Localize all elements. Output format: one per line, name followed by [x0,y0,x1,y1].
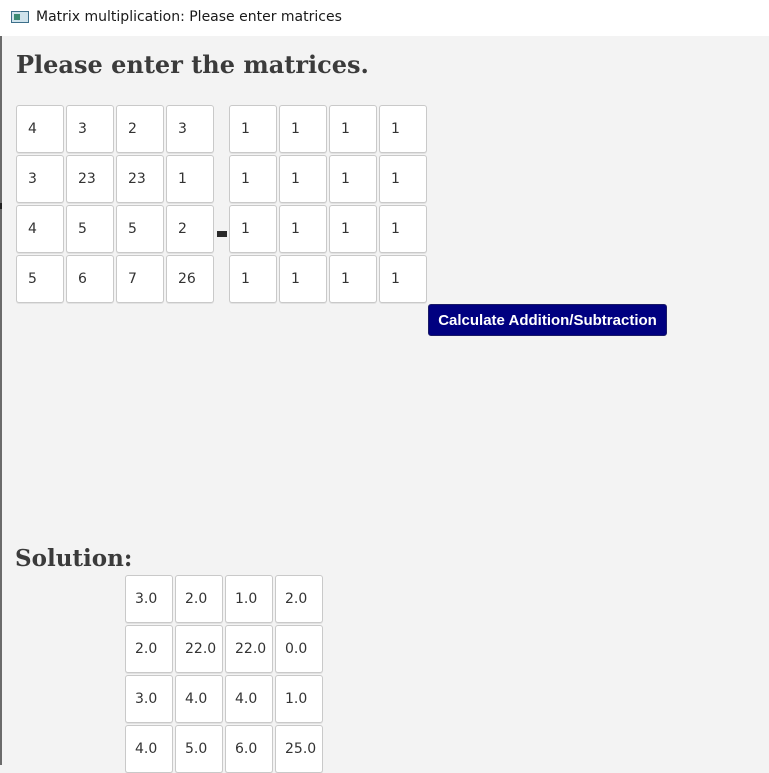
matrix-a-cell-r2-c2[interactable] [66,155,114,203]
solution-cell-r2-c4[interactable] [275,625,323,673]
solution-cell-r1-c4[interactable] [275,575,323,623]
title-bar: Matrix multiplication: Please enter matr… [0,0,769,36]
page-heading: Please enter the matrices. [16,50,369,79]
solution-cell-r4-c1[interactable] [125,725,173,773]
matrix-b-cell-r3-c1[interactable] [229,205,277,253]
matrix-b-cell-r1-c3[interactable] [329,105,377,153]
matrix-a-cell-r4-c4[interactable] [166,255,214,303]
matrix-a-cell-r2-c1[interactable] [16,155,64,203]
solution-heading: Solution: [15,545,133,572]
matrix-b-cell-r4-c2[interactable] [279,255,327,303]
matrix-a-cell-r2-c4[interactable] [166,155,214,203]
solution-cell-r4-c2[interactable] [175,725,223,773]
matrix-a-cell-r4-c1[interactable] [16,255,64,303]
matrix-a-cell-r4-c2[interactable] [66,255,114,303]
matrix-b-cell-r2-c4[interactable] [379,155,427,203]
matrix-b-cell-r4-c1[interactable] [229,255,277,303]
solution-cell-r3-c2[interactable] [175,675,223,723]
solution-cell-r1-c2[interactable] [175,575,223,623]
solution-cell-r1-c1[interactable] [125,575,173,623]
matrix-b-cell-r2-c2[interactable] [279,155,327,203]
window-title: Matrix multiplication: Please enter matr… [36,9,342,25]
matrix-a-cell-r2-c3[interactable] [116,155,164,203]
solution-cell-r4-c3[interactable] [225,725,273,773]
solution-cell-r3-c4[interactable] [275,675,323,723]
window-left-border [0,36,2,765]
matrix-b-cell-r1-c2[interactable] [279,105,327,153]
matrix-b-cell-r2-c1[interactable] [229,155,277,203]
matrix-b-cell-r3-c3[interactable] [329,205,377,253]
solution-cell-r3-c3[interactable] [225,675,273,723]
matrix-b-cell-r4-c3[interactable] [329,255,377,303]
matrix-b-cell-r3-c4[interactable] [379,205,427,253]
solution-cell-r4-c4[interactable] [275,725,323,773]
app-icon [11,11,29,23]
matrix-a-cell-r1-c4[interactable] [166,105,214,153]
solution-cell-r1-c3[interactable] [225,575,273,623]
operator-minus-sign [217,231,227,237]
window-left-border-mark [0,203,2,209]
matrix-a-cell-r3-c2[interactable] [66,205,114,253]
solution-cell-r2-c3[interactable] [225,625,273,673]
matrix-b-cell-r3-c2[interactable] [279,205,327,253]
matrix-a-cell-r1-c1[interactable] [16,105,64,153]
solution-cell-r2-c1[interactable] [125,625,173,673]
calculate-button[interactable]: Calculate Addition/Subtraction [428,304,667,336]
matrix-a-cell-r3-c3[interactable] [116,205,164,253]
matrix-b-cell-r2-c3[interactable] [329,155,377,203]
matrix-a-cell-r1-c3[interactable] [116,105,164,153]
matrix-a-cell-r3-c1[interactable] [16,205,64,253]
matrix-a-cell-r4-c3[interactable] [116,255,164,303]
solution-cell-r2-c2[interactable] [175,625,223,673]
matrix-b-cell-r1-c1[interactable] [229,105,277,153]
matrix-b-cell-r4-c4[interactable] [379,255,427,303]
matrix-a-cell-r3-c4[interactable] [166,205,214,253]
matrix-a-cell-r1-c2[interactable] [66,105,114,153]
solution-cell-r3-c1[interactable] [125,675,173,723]
matrix-b-cell-r1-c4[interactable] [379,105,427,153]
